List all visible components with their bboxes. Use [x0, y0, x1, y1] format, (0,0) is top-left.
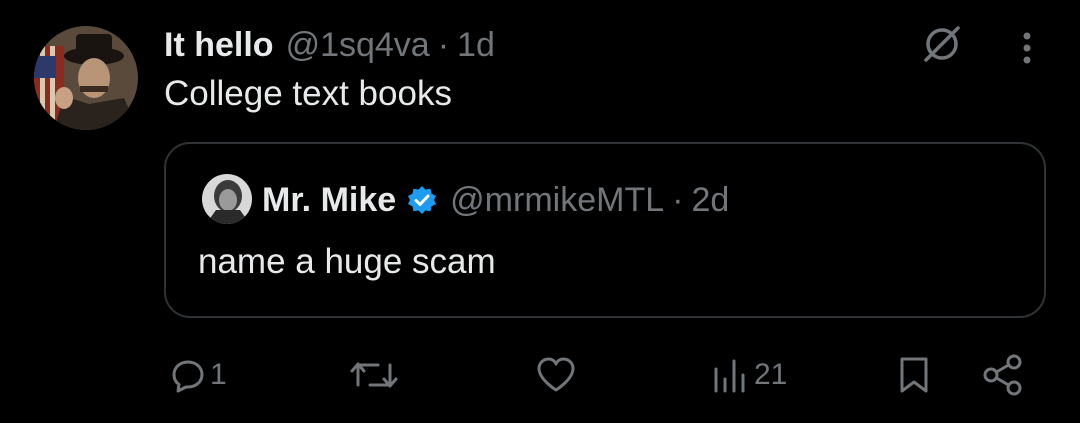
quote-text: name a huge scam [198, 242, 496, 281]
quote-timestamp[interactable]: 2d [691, 181, 729, 220]
quote-author-name[interactable]: Mr. Mike [262, 181, 396, 220]
quote-separator-dot: · [672, 180, 684, 219]
reply-count: 1 [210, 358, 227, 391]
retweet-button[interactable] [350, 350, 398, 400]
verified-badge-icon [406, 184, 438, 216]
quote-avatar[interactable] [202, 174, 252, 224]
bookmark-button[interactable] [894, 350, 934, 400]
quote-avatar-image [202, 174, 252, 224]
tweet-text: College text books [164, 74, 452, 113]
more-vertical-icon[interactable] [1012, 26, 1042, 70]
author-name[interactable]: It hello [164, 26, 274, 65]
views-icon [714, 359, 745, 393]
tweet-timestamp[interactable]: 1d [457, 26, 495, 65]
quote-header: Mr. Mike @mrmikeMTL · 2d [262, 178, 729, 222]
share-button[interactable] [980, 350, 1026, 400]
avatar-image [34, 26, 138, 130]
heart-icon [537, 357, 575, 392]
author-handle[interactable]: @1sq4va [286, 26, 430, 65]
avatar[interactable] [34, 26, 138, 130]
bookmark-icon [900, 357, 928, 393]
grok-icon[interactable] [916, 18, 968, 70]
reply-icon [172, 360, 204, 393]
reply-button[interactable]: 1 [170, 350, 227, 400]
quoted-tweet-card[interactable]: Mr. Mike @mrmikeMTL · 2d name a huge sca… [164, 142, 1046, 318]
like-button[interactable] [535, 350, 577, 400]
views-count: 21 [754, 358, 788, 391]
views-button[interactable]: 21 [710, 350, 787, 400]
retweet-icon [350, 362, 398, 388]
quote-author-handle[interactable]: @mrmikeMTL [450, 181, 664, 220]
tweet-header: It hello @1sq4va · 1d [164, 22, 495, 68]
share-icon [983, 354, 1022, 396]
separator-dot: · [437, 25, 450, 64]
